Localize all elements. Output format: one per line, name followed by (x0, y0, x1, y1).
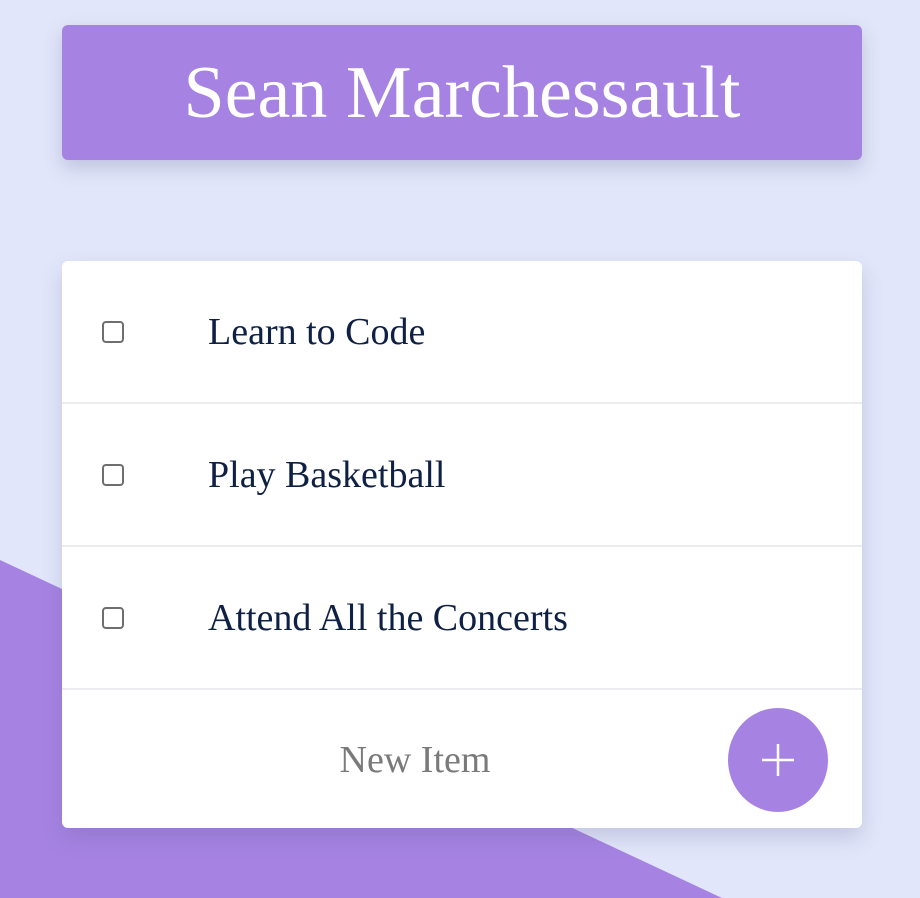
item-label: Learn to Code (208, 310, 426, 353)
header-banner: Sean Marchessault (62, 25, 862, 160)
add-item-button[interactable] (728, 708, 828, 812)
item-checkbox[interactable] (102, 606, 124, 629)
todo-list-card: Learn to Code Play Basketball Attend All… (62, 261, 862, 828)
list-item[interactable]: Learn to Code (62, 261, 862, 404)
plus-icon (762, 744, 794, 776)
item-label: Play Basketball (208, 453, 446, 496)
list-item[interactable]: Play Basketball (62, 404, 862, 547)
item-checkbox[interactable] (102, 463, 124, 486)
item-label: Attend All the Concerts (208, 596, 568, 639)
page-title: Sean Marchessault (183, 51, 741, 134)
list-item[interactable]: Attend All the Concerts (62, 547, 862, 690)
new-item-row (62, 690, 862, 828)
new-item-input[interactable] (62, 690, 768, 828)
item-checkbox[interactable] (102, 320, 124, 343)
